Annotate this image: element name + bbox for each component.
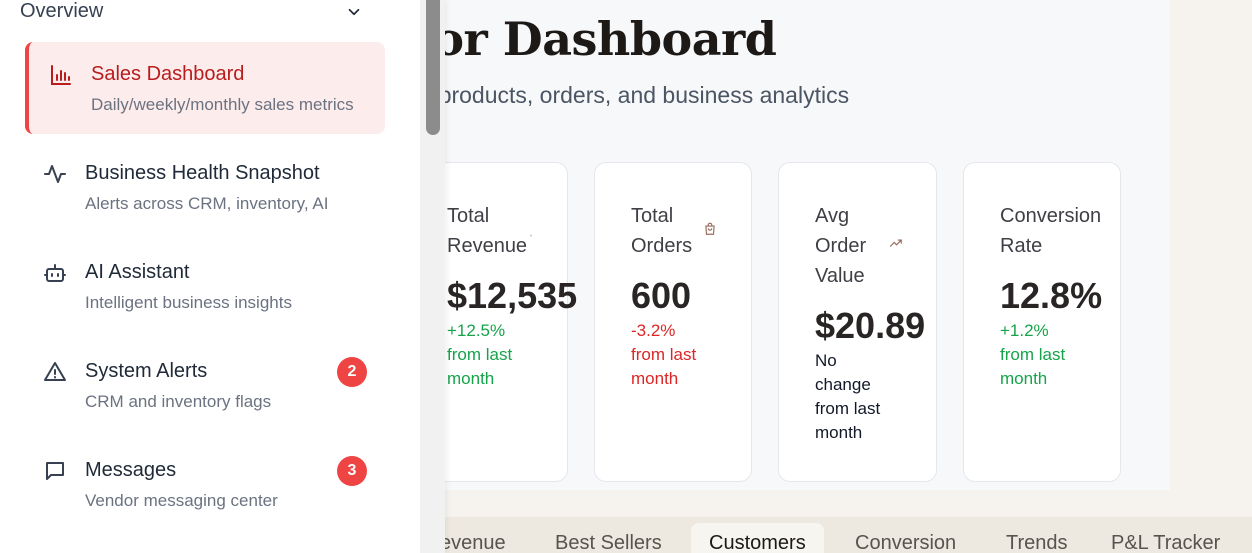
alert-triangle-icon bbox=[44, 362, 66, 381]
stat-change: +12.5% from last month bbox=[447, 319, 557, 391]
stat-change-text: No change from last month bbox=[815, 351, 881, 442]
stat-change-pct: +1.2% bbox=[1000, 321, 1049, 340]
sidebar-item-subtitle: Vendor messaging center bbox=[85, 491, 278, 510]
bot-icon bbox=[44, 264, 66, 282]
sidebar-item-subtitle: Alerts across CRM, inventory, AI bbox=[85, 194, 329, 213]
stat-change: -3.2% from last month bbox=[631, 319, 741, 391]
stat-change-pct: -3.2% bbox=[631, 321, 676, 340]
activity-icon bbox=[44, 165, 66, 183]
stat-card-avg-order: Avg Order Value $20.89 No change from la… bbox=[778, 162, 937, 482]
sidebar-item-title: Messages bbox=[85, 459, 177, 481]
sidebar-item-subtitle: Daily/weekly/monthly sales metrics bbox=[91, 95, 354, 114]
stat-card-orders: Total Orders 600 -3.2% from last month bbox=[594, 162, 752, 482]
section-label-overview[interactable]: Overview bbox=[20, 0, 103, 23]
dollar-icon: ˌ bbox=[529, 223, 533, 237]
sidebar-item-ai-assistant[interactable] bbox=[30, 249, 385, 329]
tab-revenue[interactable]: evenue bbox=[440, 532, 506, 553]
stat-change-text: from last month bbox=[1000, 345, 1066, 388]
sidebar: Overview Sales Dashboard Daily/weekly/mo… bbox=[0, 0, 445, 553]
sidebar-item-subtitle: Intelligent business insights bbox=[85, 293, 292, 312]
tab-best-sellers[interactable]: Best Sellers bbox=[555, 532, 662, 553]
stat-change: +1.2% from last month bbox=[1000, 319, 1110, 391]
stat-value: 12.8% bbox=[1000, 275, 1103, 316]
sidebar-item-title: Sales Dashboard bbox=[91, 63, 245, 85]
stat-change-text: from last month bbox=[447, 345, 513, 388]
chevron-down-icon[interactable] bbox=[345, 3, 363, 21]
tab-customers[interactable]: Customers bbox=[691, 523, 824, 553]
sidebar-item-messages[interactable] bbox=[30, 447, 385, 527]
sidebar-item-sales-dashboard[interactable] bbox=[25, 42, 385, 134]
bar-chart-icon bbox=[51, 65, 71, 85]
tab-trends[interactable]: Trends bbox=[1006, 532, 1068, 553]
trending-up-icon bbox=[889, 239, 902, 247]
stat-card-conversion: Conversion Rate 12.8% +1.2% from last mo… bbox=[963, 162, 1121, 482]
notification-badge: 2 bbox=[337, 357, 367, 387]
scrollbar-thumb[interactable] bbox=[426, 0, 440, 135]
sidebar-item-title: AI Assistant bbox=[85, 261, 190, 283]
tab-pl-tracker[interactable]: P&L Tracker bbox=[1111, 532, 1220, 553]
sidebar-item-system-alerts[interactable] bbox=[30, 348, 385, 428]
stat-value: $20.89 bbox=[815, 305, 926, 346]
sidebar-item-title: System Alerts bbox=[85, 360, 208, 382]
stat-label: Conversion Rate bbox=[1000, 205, 1102, 257]
shopping-bag-icon bbox=[705, 222, 715, 235]
message-square-icon bbox=[46, 462, 64, 480]
tab-conversion[interactable]: Conversion bbox=[855, 532, 956, 553]
right-gutter bbox=[1170, 0, 1252, 553]
stat-value: $12,535 bbox=[447, 275, 578, 316]
sidebar-item-title: Business Health Snapshot bbox=[85, 162, 320, 184]
notification-badge: 3 bbox=[337, 456, 367, 486]
stat-label: Avg Order Value bbox=[815, 205, 867, 287]
stat-change-text: from last month bbox=[631, 345, 697, 388]
sidebar-item-subtitle: CRM and inventory flags bbox=[85, 392, 272, 411]
stat-change-pct: +12.5% bbox=[447, 321, 506, 340]
stat-value: 600 bbox=[631, 275, 692, 316]
